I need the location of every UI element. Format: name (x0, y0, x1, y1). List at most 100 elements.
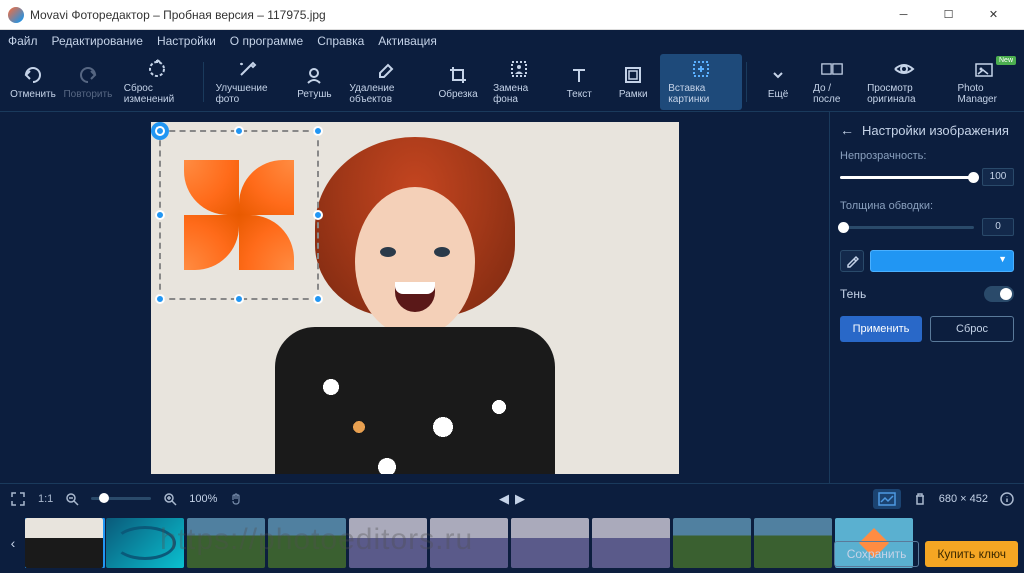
nav-arrows: ◀ ▶ (499, 491, 525, 507)
canvas[interactable]: ✕ (151, 122, 679, 474)
reset-icon (146, 58, 168, 80)
more-label: Ещё (768, 89, 788, 100)
opacity-value[interactable]: 100 (982, 168, 1014, 186)
sidebar-header: ← Настройки изображения (840, 122, 1014, 138)
sidebar-title: Настройки изображения (862, 123, 1009, 138)
insert-label: Вставка картинки (668, 83, 734, 105)
resize-handle-bl[interactable] (155, 294, 165, 304)
zoom-slider[interactable] (91, 497, 151, 500)
resize-handle-tr[interactable] (313, 126, 323, 136)
enhance-label: Улучшение фото (216, 83, 280, 105)
toolbar: Отменить Повторить Сброс изменений Улучш… (0, 52, 1024, 112)
toolbar-separator (746, 62, 747, 102)
sidebar-reset-button[interactable]: Сброс (930, 316, 1014, 342)
stroke-value[interactable]: 0 (982, 218, 1014, 236)
beforeafter-label: До / после (813, 83, 851, 105)
new-badge: New (996, 56, 1016, 65)
trash-icon[interactable] (913, 492, 927, 506)
retouch-button[interactable]: Ретушь (287, 54, 341, 110)
remove-button[interactable]: Удаление объектов (341, 54, 431, 110)
thumbnail[interactable] (754, 518, 832, 568)
color-dropdown[interactable] (870, 250, 1014, 272)
text-icon (568, 64, 590, 86)
back-icon[interactable]: ← (840, 122, 854, 138)
eye-icon (893, 58, 915, 80)
chevron-down-icon (767, 64, 789, 86)
sidebar-buttons: Применить Сброс (840, 316, 1014, 342)
canvas-area: ✕ (0, 112, 829, 483)
resize-handle-tl[interactable] (155, 126, 165, 136)
insert-button[interactable]: Вставка картинки (660, 54, 742, 110)
inserted-image (174, 150, 304, 280)
menu-help[interactable]: Справка (317, 34, 364, 48)
thumbnail[interactable] (673, 518, 751, 568)
resize-handle-bm[interactable] (234, 294, 244, 304)
menu-about[interactable]: О программе (230, 34, 303, 48)
prev-arrow[interactable]: ◀ (499, 491, 509, 507)
eyedropper-button[interactable] (840, 250, 864, 272)
beforeafter-icon (821, 58, 843, 80)
save-button[interactable]: Сохранить (834, 541, 920, 567)
vieworiginal-button[interactable]: Просмотр оригинала (859, 54, 949, 110)
redo-label: Повторить (63, 89, 112, 100)
crop-button[interactable]: Обрезка (431, 54, 485, 110)
photomanager-icon (973, 58, 995, 80)
thumbnail[interactable] (592, 518, 670, 568)
menu-edit[interactable]: Редактирование (52, 34, 143, 48)
fullscreen-icon[interactable] (10, 491, 26, 507)
remove-label: Удаление объектов (349, 83, 423, 105)
bgswap-label: Замена фона (493, 83, 544, 105)
ratio-button[interactable]: 1:1 (38, 493, 53, 505)
thumbnail[interactable] (511, 518, 589, 568)
shadow-toggle[interactable] (984, 286, 1014, 302)
opacity-slider[interactable] (840, 176, 974, 179)
enhance-button[interactable]: Улучшение фото (208, 54, 288, 110)
undo-button[interactable]: Отменить (6, 54, 60, 110)
resize-handle-tm[interactable] (234, 126, 244, 136)
settings-sidebar: ← Настройки изображения Непрозрачность: … (829, 112, 1024, 483)
frames-label: Рамки (619, 89, 648, 100)
fit-icon[interactable] (873, 489, 901, 509)
apply-button[interactable]: Применить (840, 316, 922, 342)
thumbnail[interactable] (268, 518, 346, 568)
close-button[interactable]: ✕ (971, 1, 1016, 29)
reset-button[interactable]: Сброс изменений (116, 54, 199, 110)
crop-label: Обрезка (438, 89, 477, 100)
photomanager-label: Photo Manager (957, 83, 1010, 105)
menu-settings[interactable]: Настройки (157, 34, 216, 48)
opacity-control: Непрозрачность: 100 (840, 150, 1014, 186)
buy-key-button[interactable]: Купить ключ (925, 541, 1018, 567)
inserted-image-overlay[interactable]: ✕ (159, 130, 319, 300)
thumbnail[interactable] (430, 518, 508, 568)
insert-icon (690, 58, 712, 80)
thumbs-prev[interactable]: ‹ (4, 518, 22, 568)
thumbnail[interactable] (349, 518, 427, 568)
beforeafter-button[interactable]: До / после (805, 54, 859, 110)
resize-handle-br[interactable] (313, 294, 323, 304)
thumbnail[interactable] (187, 518, 265, 568)
bgswap-button[interactable]: Замена фона (485, 54, 552, 110)
photomanager-button[interactable]: New Photo Manager (949, 54, 1018, 110)
stroke-slider[interactable] (840, 226, 974, 229)
resize-handle-mr[interactable] (313, 210, 323, 220)
minimize-button[interactable]: ─ (881, 1, 926, 29)
maximize-button[interactable]: ☐ (926, 1, 971, 29)
enhance-icon (236, 58, 258, 80)
resize-handle-ml[interactable] (155, 210, 165, 220)
text-button[interactable]: Текст (552, 54, 606, 110)
info-icon[interactable] (1000, 492, 1014, 506)
thumbnail[interactable] (106, 518, 184, 568)
hand-icon[interactable] (229, 492, 243, 506)
main-area: ✕ ← Настройки изображения (0, 112, 1024, 483)
menu-activation[interactable]: Активация (378, 34, 437, 48)
frames-button[interactable]: Рамки (606, 54, 660, 110)
menu-file[interactable]: Файл (8, 34, 38, 48)
zoom-out-icon[interactable] (65, 492, 79, 506)
thumbnail[interactable] (25, 518, 103, 568)
zoom-value: 100% (189, 493, 217, 505)
next-arrow[interactable]: ▶ (515, 491, 525, 507)
more-button[interactable]: Ещё (751, 54, 805, 110)
redo-button[interactable]: Повторить (60, 54, 116, 110)
opacity-label: Непрозрачность: (840, 150, 1014, 162)
zoom-in-icon[interactable] (163, 492, 177, 506)
